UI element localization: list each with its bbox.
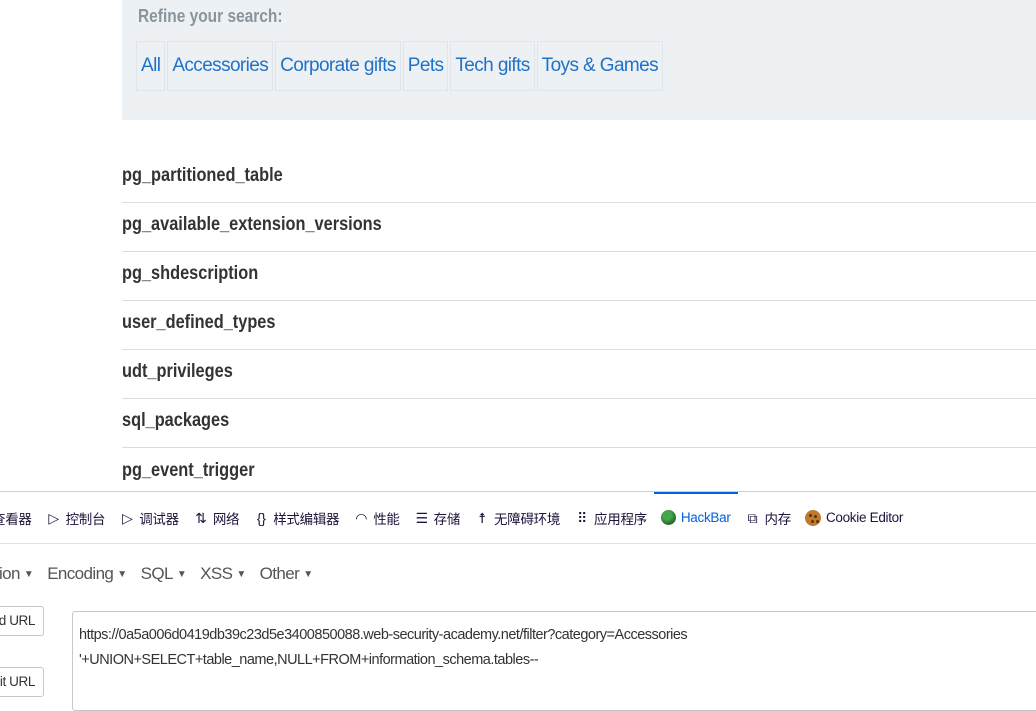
caret-down-icon: ▼ [236, 569, 246, 580]
table-name-cell: udt_privileges [122, 361, 233, 382]
devtools-panel: 查看器 ▷ 控制台 ▷ 调试器 ⇅ 网络 {} 样式编辑器 ◠ 性能 ☰ 存储 … [0, 491, 1036, 711]
table-name-cell: pg_partitioned_table [122, 165, 283, 186]
table-name-cell: pg_available_extension_versions [122, 214, 382, 235]
debugger-icon: ▷ [121, 509, 133, 526]
table-row: pg_event_trigger [122, 448, 1036, 497]
tab-console[interactable]: ▷ 控制台 [39, 492, 113, 544]
menu-label: XSS [200, 564, 233, 583]
table-row: pg_available_extension_versions [122, 203, 1036, 252]
tab-label: 查看器 [0, 511, 32, 527]
split-url-button[interactable]: lit URL [0, 667, 44, 697]
network-icon: ⇅ [195, 509, 207, 526]
load-url-button[interactable]: ad URL [0, 606, 44, 636]
table-row: pg_shdescription [122, 252, 1036, 301]
table-name-cell: user_defined_types [122, 312, 276, 333]
results-table: pg_partitioned_table pg_available_extens… [122, 154, 1036, 497]
tab-label: 内存 [764, 511, 792, 527]
menu-xss[interactable]: XSS ▼ [200, 564, 246, 584]
tab-performance[interactable]: ◠ 性能 [346, 492, 406, 544]
tab-label: 样式编辑器 [273, 511, 340, 527]
tab-network[interactable]: ⇅ 网络 [186, 492, 246, 544]
performance-icon: ◠ [355, 509, 368, 526]
category-filter-corporate-gifts[interactable]: Corporate gifts [275, 41, 401, 91]
tab-hackbar[interactable]: HackBar [653, 491, 738, 544]
category-filter-list: All Accessories Corporate gifts Pets Tec… [136, 41, 665, 91]
url-textarea[interactable]: https://0a5a006d0419db39c23d5e3400850088… [72, 611, 1036, 711]
menu-option[interactable]: ption▼ [0, 564, 34, 584]
table-name-cell: pg_shdescription [122, 263, 259, 284]
tab-storage[interactable]: ☰ 存储 [407, 492, 467, 544]
cookie-icon [804, 509, 821, 526]
memory-icon: ⧉ [747, 509, 758, 526]
menu-label: Encoding [47, 564, 114, 583]
tab-memory[interactable]: ⧉ 内存 [738, 492, 798, 544]
caret-down-icon: ▼ [303, 569, 313, 580]
tab-label: 应用程序 [594, 511, 647, 527]
filter-panel: Refine your search: All Accessories Corp… [122, 0, 1036, 120]
storage-icon: ☰ [415, 509, 429, 526]
menu-label: Other [259, 564, 300, 583]
table-row: sql_packages [122, 399, 1036, 448]
console-icon: ▷ [48, 509, 59, 526]
table-row: pg_partitioned_table [122, 154, 1036, 203]
devtools-tab-bar: 查看器 ▷ 控制台 ▷ 调试器 ⇅ 网络 {} 样式编辑器 ◠ 性能 ☰ 存储 … [0, 491, 1036, 544]
menu-encoding[interactable]: Encoding ▼ [47, 564, 127, 584]
tab-label: 存储 [433, 511, 461, 527]
category-filter-all[interactable]: All [136, 41, 166, 91]
menu-label: ption [0, 564, 20, 583]
hackbar-menu: ption▼ Encoding▼ SQL▼ XSS▼ Other▼ [0, 544, 1036, 604]
tab-label: HackBar [680, 510, 731, 525]
caret-down-icon: ▼ [23, 569, 34, 580]
tab-label: Cookie Editor [825, 510, 904, 525]
caret-down-icon: ▼ [176, 569, 187, 580]
accessibility-icon: ☨ [478, 509, 486, 526]
url-line: '+UNION+SELECT+table_name,NULL+FROM+info… [79, 652, 539, 668]
table-name-cell: sql_packages [122, 410, 230, 431]
tab-inspector[interactable]: 查看器 [0, 492, 39, 544]
table-row: user_defined_types [122, 301, 1036, 350]
menu-sql[interactable]: SQL ▼ [141, 564, 187, 584]
tab-debugger[interactable]: ▷ 调试器 [112, 492, 186, 544]
category-filter-pets[interactable]: Pets [402, 41, 449, 91]
category-filter-tech-gifts[interactable]: Tech gifts [450, 41, 535, 91]
category-filter-accessories[interactable]: Accessories [167, 41, 274, 91]
filter-heading: Refine your search: [138, 6, 283, 26]
tab-style-editor[interactable]: {} 样式编辑器 [246, 492, 346, 544]
tab-label: 网络 [212, 511, 240, 527]
hackbar-icon [660, 510, 676, 525]
tab-label: 控制台 [65, 511, 106, 527]
table-name-cell: pg_event_trigger [122, 459, 255, 481]
application-icon: ⠿ [577, 509, 588, 526]
menu-label: SQL [140, 564, 174, 583]
tab-label: 调试器 [139, 511, 179, 527]
tab-accessibility[interactable]: ☨ 无障碍环境 [467, 492, 567, 544]
tab-label: 无障碍环境 [494, 511, 561, 527]
menu-other[interactable]: Other ▼ [260, 564, 313, 584]
table-row: udt_privileges [122, 350, 1036, 399]
tab-application[interactable]: ⠿ 应用程序 [567, 492, 654, 544]
tab-cookie-editor[interactable]: Cookie Editor [798, 492, 910, 544]
category-filter-toys-games[interactable]: Toys & Games [536, 41, 664, 91]
tab-label: 性能 [373, 511, 400, 527]
style-editor-icon: {} [256, 509, 266, 526]
url-line: https://0a5a006d0419db39c23d5e3400850088… [79, 627, 688, 643]
caret-down-icon: ▼ [117, 569, 127, 580]
